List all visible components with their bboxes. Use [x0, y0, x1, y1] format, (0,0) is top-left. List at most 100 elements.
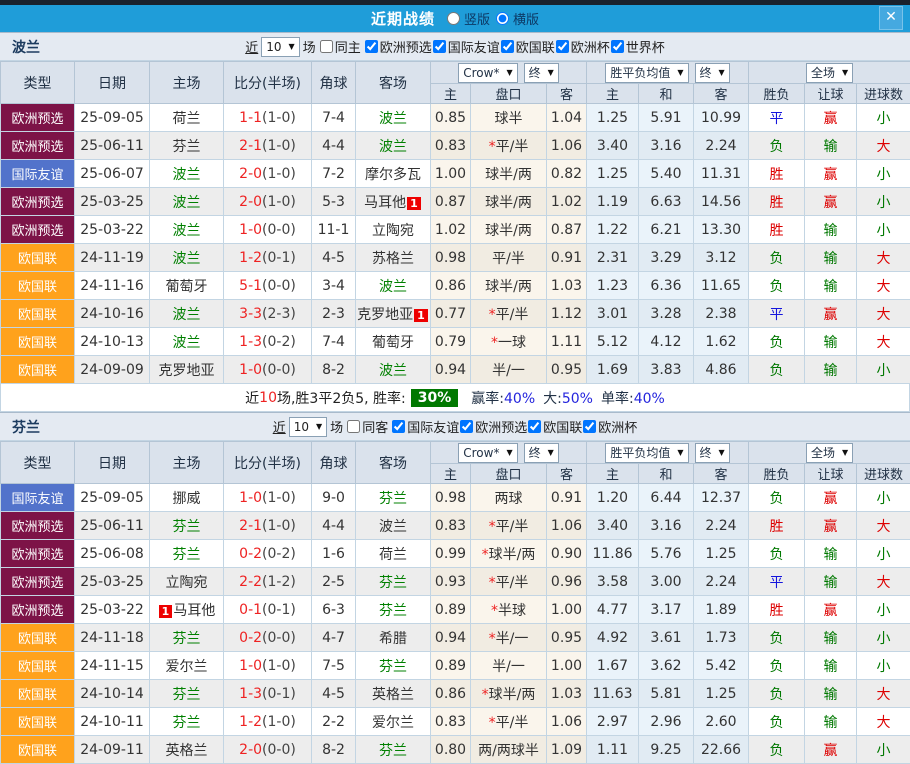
competition-filter[interactable]: 欧国联 [500, 37, 555, 56]
competition-badge: 欧洲预选 [1, 216, 75, 244]
same-venue-filter[interactable]: 同客 [346, 417, 388, 436]
handicap-result-cell: 输 [805, 680, 857, 708]
odds-time-select[interactable]: 终▼ [524, 63, 559, 83]
outcome-cell: 负 [749, 356, 805, 384]
goals-result-cell: 小 [857, 624, 910, 652]
match-row: 欧洲预选25-09-05荷兰1-1(1-0)7-4波兰0.85球半1.041.2… [1, 104, 910, 132]
summary-stat-value: 40% [504, 391, 535, 407]
col-away: 客场 [356, 442, 431, 484]
competition-checkbox[interactable] [365, 40, 378, 53]
odds-home-cell: 0.99 [431, 540, 471, 568]
close-icon[interactable]: ✕ [879, 6, 903, 30]
period-select[interactable]: 全场▼ [806, 63, 853, 83]
odds-home-cell: 0.93 [431, 568, 471, 596]
sub-col-odds-home: 主 [431, 464, 471, 484]
score-cell: 1-0(0-0) [224, 216, 312, 244]
away-team-cell: 波兰 [356, 104, 431, 132]
competition-filter[interactable]: 世界杯 [610, 37, 665, 56]
competition-checkbox[interactable] [611, 40, 624, 53]
avg-time-select[interactable]: 终▼ [695, 443, 730, 463]
score-cell: 2-0(0-0) [224, 736, 312, 764]
handicap-cell: 半/一 [471, 652, 547, 680]
team-name: 波兰 [379, 519, 407, 535]
competition-checkbox[interactable] [528, 420, 541, 433]
avg-draw-cell: 2.96 [639, 708, 694, 736]
dropdown-arrow-icon: ▼ [719, 68, 725, 77]
avg-win-cell: 5.12 [587, 328, 639, 356]
competition-filter[interactable]: 国际友谊 [391, 417, 459, 436]
outcome-cell: 负 [749, 484, 805, 512]
competition-checkbox[interactable] [501, 40, 514, 53]
goals-result-cell: 小 [857, 652, 910, 680]
bookmaker-select[interactable]: Crow*▼ [458, 63, 517, 83]
avg-win-cell: 1.11 [587, 736, 639, 764]
home-team-cell: 波兰 [150, 300, 224, 328]
team-name: 立陶宛 [166, 575, 208, 591]
sub-col-avg-lose: 客 [694, 84, 749, 104]
summary-stat: 赢率:40% [471, 388, 535, 408]
avg-draw-cell: 3.62 [639, 652, 694, 680]
competition-filter[interactable]: 欧洲预选 [459, 417, 527, 436]
match-count-select[interactable]: 10 ▼ [289, 417, 327, 437]
away-team-cell: 葡萄牙 [356, 328, 431, 356]
avg-lose-cell: 2.60 [694, 708, 749, 736]
score-cell: 1-2(1-0) [224, 708, 312, 736]
match-date-cell: 25-09-05 [75, 104, 150, 132]
competition-filter[interactable]: 欧洲杯 [555, 37, 610, 56]
period-select[interactable]: 全场▼ [806, 443, 853, 463]
handicap-cell: 两/两球半 [471, 736, 547, 764]
avg-lose-cell: 11.65 [694, 272, 749, 300]
vertical-radio[interactable] [447, 12, 460, 25]
away-team-cell: 波兰 [356, 356, 431, 384]
bookmaker-select[interactable]: Crow*▼ [458, 443, 517, 463]
goals-result-cell: 大 [857, 328, 910, 356]
team-name: 摩尔多瓦 [365, 167, 421, 183]
handicap-cell: 球半/两 [471, 188, 547, 216]
sub-col-avg-draw: 和 [639, 84, 694, 104]
competition-checkbox[interactable] [556, 40, 569, 53]
recent-link[interactable]: 近 [245, 37, 258, 56]
team-name: 芬兰 [173, 139, 201, 155]
odds-away-cell: 0.96 [547, 568, 587, 596]
handicap-star: * [489, 631, 496, 647]
matches-label: 场 [330, 417, 343, 436]
goals-result-cell: 小 [857, 596, 910, 624]
same-venue-filter[interactable]: 同主 [319, 37, 361, 56]
competition-filter[interactable]: 欧洲预选 [364, 37, 432, 56]
score-cell: 1-0(0-0) [224, 356, 312, 384]
goals-result-cell: 大 [857, 244, 910, 272]
competition-checkbox[interactable] [460, 420, 473, 433]
avg-select[interactable]: 胜平负均值▼ [605, 443, 688, 463]
competition-filter[interactable]: 欧洲杯 [582, 417, 637, 436]
team-name: 马耳他 [364, 195, 406, 211]
team-name: 葡萄牙 [372, 335, 414, 351]
recent-link[interactable]: 近 [273, 417, 286, 436]
score-cell: 3-3(2-3) [224, 300, 312, 328]
odds-away-cell: 0.91 [547, 484, 587, 512]
avg-win-cell: 1.25 [587, 160, 639, 188]
avg-lose-cell: 2.24 [694, 512, 749, 540]
corner-cell: 11-1 [312, 216, 356, 244]
same-venue-checkbox[interactable] [347, 420, 360, 433]
outcome-cell: 负 [749, 328, 805, 356]
competition-filter[interactable]: 欧国联 [527, 417, 582, 436]
layout-radio-horizontal[interactable]: 横版 [494, 9, 539, 28]
dropdown-arrow-icon: ▼ [842, 68, 848, 77]
avg-lose-cell: 1.25 [694, 540, 749, 568]
competition-checkbox[interactable] [433, 40, 446, 53]
handicap-cell: *半球 [471, 596, 547, 624]
match-count-select[interactable]: 10 ▼ [261, 37, 299, 57]
layout-radio-vertical[interactable]: 竖版 [445, 9, 490, 28]
odds-time-select[interactable]: 终▼ [524, 443, 559, 463]
avg-select[interactable]: 胜平负均值▼ [605, 63, 688, 83]
away-team-cell: 芬兰 [356, 596, 431, 624]
same-venue-checkbox[interactable] [320, 40, 333, 53]
competition-filter[interactable]: 国际友谊 [432, 37, 500, 56]
horizontal-radio[interactable] [496, 12, 509, 25]
goals-result-cell: 小 [857, 216, 910, 244]
competition-checkbox[interactable] [392, 420, 405, 433]
odds-away-cell: 1.06 [547, 512, 587, 540]
team-name: 克罗地亚 [159, 363, 215, 379]
competition-checkbox[interactable] [583, 420, 596, 433]
avg-time-select[interactable]: 终▼ [695, 63, 730, 83]
